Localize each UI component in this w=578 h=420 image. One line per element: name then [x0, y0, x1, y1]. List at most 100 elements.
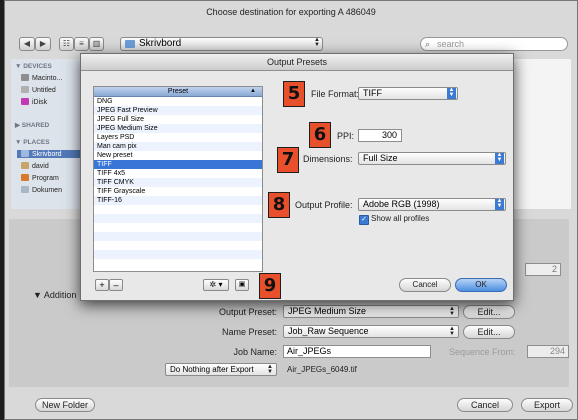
preset-column-header[interactable]: Preset ▲	[94, 87, 262, 97]
output-preset-edit-button[interactable]: Edit...	[463, 305, 515, 319]
lock-button[interactable]: ▣	[235, 279, 249, 291]
sequence-from-label: Sequence From:	[449, 347, 516, 357]
preset-row-empty	[94, 259, 262, 268]
gear-menu-button[interactable]: ✲ ▾	[203, 279, 229, 291]
filename-preview: Air_JPEGs_6049.tif	[287, 365, 357, 374]
forward-button[interactable]: ▶	[35, 37, 51, 51]
search-input[interactable]: search	[420, 37, 568, 51]
dimensions-label: Dimensions:	[303, 154, 353, 164]
desktop-icon	[21, 150, 29, 157]
sidebar-item-skrivbord[interactable]: Skrivbord	[17, 150, 83, 158]
sidebar-places-header: ▼ PLACES	[15, 139, 50, 146]
location-popup[interactable]: Skrivbord	[120, 37, 323, 51]
cancel-button[interactable]: Cancel	[457, 398, 513, 412]
after-export-popup[interactable]: Do Nothing after Export ▲ ▼	[165, 363, 277, 376]
home-icon	[21, 162, 29, 169]
export-button[interactable]: Export	[521, 398, 573, 412]
idisk-icon	[21, 98, 29, 105]
name-preset-popup[interactable]: Job_Raw Sequence ▲ ▼	[283, 325, 459, 338]
sidebar-item-dokument[interactable]: Dokumen	[21, 186, 62, 194]
callout-5: 5	[283, 81, 305, 107]
chevron-updown-icon: ▲ ▼	[495, 152, 504, 164]
preset-row[interactable]: TIFF CMYK	[94, 178, 262, 187]
preset-row[interactable]: TIFF 4x5	[94, 169, 262, 178]
location-label: Skrivbord	[139, 38, 182, 49]
preset-row[interactable]: Man cam pix	[94, 142, 262, 151]
search-icon: ⌕	[425, 39, 431, 49]
preset-row-empty	[94, 223, 262, 232]
disk-icon	[21, 86, 29, 93]
dialog-title: Output Presets	[81, 54, 513, 71]
preset-row[interactable]: Layers PSD	[94, 133, 262, 142]
preset-list[interactable]: Preset ▲ DNG JPEG Fast Preview JPEG Full Si…	[93, 86, 263, 272]
chevron-updown-icon: ▲ ▼	[449, 306, 455, 317]
harddisk-icon	[21, 74, 29, 81]
preset-row-empty	[94, 232, 262, 241]
documents-icon	[21, 186, 29, 193]
ppi-label: PPI:	[337, 131, 355, 141]
output-presets-dialog: Output Presets Preset ▲ DNG JPEG Fast Prev…	[80, 53, 514, 301]
file-format-label: File Format:	[311, 89, 360, 99]
sort-arrow-icon: ▲	[250, 88, 256, 94]
preset-row[interactable]: JPEG Fast Preview	[94, 106, 262, 115]
dialog-ok-button[interactable]: OK	[455, 278, 507, 292]
output-profile-popup[interactable]: Adobe RGB (1998) ▲ ▼	[358, 198, 506, 211]
additional-disclosure[interactable]: ▼ Addition	[33, 290, 76, 300]
output-preset-popup[interactable]: JPEG Medium Size ▲ ▼	[283, 305, 459, 318]
sidebar-item-program[interactable]: Program	[21, 174, 59, 182]
sheet-title: Choose destination for exporting A 48604…	[206, 7, 376, 17]
show-all-profiles-label: Show all profiles	[371, 214, 430, 223]
preset-row[interactable]: New preset	[94, 151, 262, 160]
file-format-popup[interactable]: TIFF ▲ ▼	[358, 87, 458, 100]
new-folder-button[interactable]: New Folder	[35, 398, 95, 412]
output-profile-label: Output Profile:	[295, 200, 353, 210]
sidebar-item-idisk[interactable]: iDisk	[21, 98, 47, 106]
preset-row-empty	[94, 205, 262, 214]
preset-row[interactable]: TIFF Grayscale	[94, 187, 262, 196]
right-value-field[interactable]: 2	[525, 263, 561, 276]
ppi-field[interactable]: 300	[358, 129, 402, 142]
sidebar-item-untitled[interactable]: Untitled	[21, 86, 56, 94]
show-all-profiles-checkbox[interactable]: ✓	[359, 215, 369, 225]
chevron-updown-icon: ▲ ▼	[495, 198, 504, 210]
sidebar: ▼ DEVICES Macinto... Untitled iDisk ▶ SH…	[11, 59, 83, 209]
list-view-button[interactable]: ≡	[74, 37, 89, 51]
dialog-cancel-button[interactable]: Cancel	[399, 278, 451, 292]
column-view-button[interactable]: ▥	[89, 37, 104, 51]
sidebar-shared-header: ▶ SHARED	[15, 122, 50, 129]
preset-row[interactable]: TIFF-16	[94, 196, 262, 205]
sidebar-item-macintosh[interactable]: Macinto...	[21, 74, 62, 82]
chevron-updown-icon: ▲ ▼	[447, 87, 456, 99]
folder-icon	[125, 40, 135, 48]
preset-row[interactable]: TIFF	[94, 160, 262, 169]
chevron-updown-icon: ▲ ▼	[449, 326, 455, 337]
icon-view-button[interactable]: ☷	[59, 37, 74, 51]
preset-row-empty	[94, 241, 262, 250]
callout-6: 6	[309, 122, 331, 148]
chevron-updown-icon: ▲ ▼	[314, 37, 320, 48]
callout-7: 7	[277, 147, 299, 173]
name-preset-edit-button[interactable]: Edit...	[463, 325, 515, 339]
back-button[interactable]: ◀	[19, 37, 35, 51]
chevron-updown-icon: ▲ ▼	[267, 364, 273, 375]
job-name-label: Job Name:	[233, 347, 277, 357]
callout-8: 8	[268, 192, 290, 218]
output-preset-label: Output Preset:	[218, 307, 277, 317]
applications-icon	[21, 174, 29, 181]
sidebar-item-david[interactable]: david	[21, 162, 49, 170]
sidebar-devices-header: ▼ DEVICES	[15, 63, 52, 70]
add-preset-button[interactable]: +	[95, 279, 109, 291]
preset-row-empty	[94, 250, 262, 259]
location-popup-arrows: ▲ ▼	[301, 37, 323, 50]
preset-row[interactable]: JPEG Full Size	[94, 115, 262, 124]
preset-row-empty	[94, 214, 262, 223]
callout-9: 9	[259, 273, 281, 299]
job-name-field[interactable]: Air_JPEGs	[283, 345, 431, 358]
preset-row[interactable]: DNG	[94, 97, 262, 106]
dimensions-popup[interactable]: Full Size ▲ ▼	[358, 152, 506, 165]
remove-preset-button[interactable]: –	[109, 279, 123, 291]
lock-icon: ▣	[238, 281, 246, 288]
sequence-from-field[interactable]: 294	[527, 345, 569, 358]
preset-row[interactable]: JPEG Medium Size	[94, 124, 262, 133]
name-preset-label: Name Preset:	[221, 327, 277, 337]
